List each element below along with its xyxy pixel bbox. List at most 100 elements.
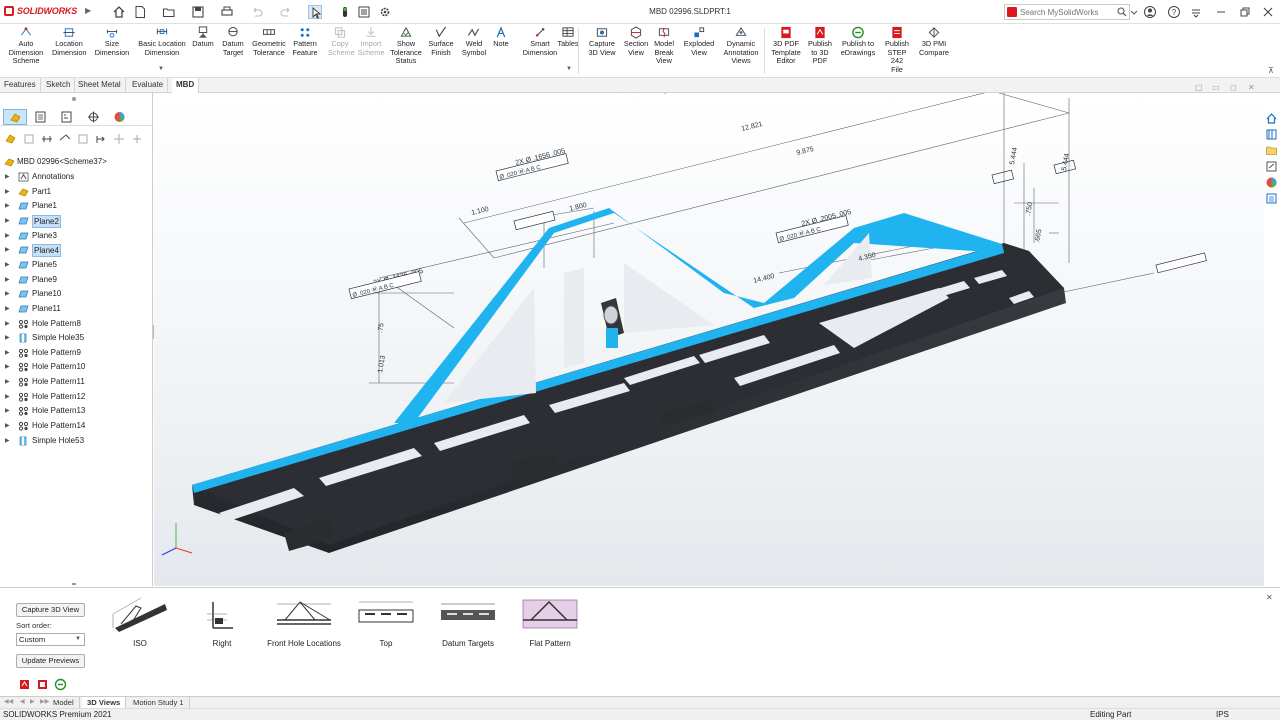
rebuild-icon[interactable] [338,5,352,19]
expand-arrow-icon[interactable]: ▶ [5,434,10,448]
dim-1-100[interactable]: 1.100 [471,206,490,217]
solidworks-logo[interactable]: SOLIDWORKS [4,6,77,18]
vp-minimize-icon[interactable]: ▭ [1212,83,1220,92]
tree-tool-4-icon[interactable] [58,132,72,146]
open-icon[interactable] [162,5,176,19]
exploded-view-button[interactable]: Exploded View [682,26,716,57]
custom-properties-icon[interactable] [1265,192,1278,205]
graphics-viewport[interactable]: 12.821 9.875 1.100 1.800 2X Ø .1635 .005… [154,93,1264,586]
expand-arrow-icon[interactable]: ▶ [5,360,10,374]
basic-location-dimension-button[interactable]: Basic Location Dimension [136,26,188,57]
home-icon[interactable] [112,5,126,19]
tree-item-simple-hole35[interactable]: ▶ Simple Hole35 [0,331,150,345]
tree-item-annotations[interactable]: ▶ Annotations [0,170,150,184]
tree-item-plane9[interactable]: ▶ Plane9 [0,273,150,287]
prev-tab-arrow-icon[interactable]: ◀ [20,697,25,708]
section-view-hud-icon[interactable] [658,93,672,94]
datum-button[interactable]: Datum [190,26,216,49]
tree-item-plane5[interactable]: ▶ Plane5 [0,258,150,272]
expand-arrow-icon[interactable]: ▶ [5,390,10,404]
section-view-button[interactable]: Section View [622,26,650,57]
capture-3d-view-button[interactable]: Capture 3D View [16,603,85,617]
expand-arrow-icon[interactable]: ▶ [5,214,10,228]
search-dropdown-icon[interactable] [1127,5,1141,19]
dim-5-444-a[interactable]: 5.444 [1009,147,1019,166]
filter-icon[interactable] [4,132,18,146]
tree-tool-8-icon[interactable] [130,132,144,146]
tree-root-part[interactable]: MBD 02996<Scheme37> [0,155,150,169]
view-settings-icon[interactable] [796,93,810,94]
tab-evaluate[interactable]: Evaluate [128,78,169,93]
tree-item-hole-pattern12[interactable]: ▶ Hole Pattern12 [0,390,150,404]
file-properties-icon[interactable] [357,5,371,19]
restore-icon[interactable] [1238,5,1252,19]
edrawings-small-icon[interactable] [54,678,67,691]
publish-3d-pdf-small-icon[interactable] [18,678,31,691]
expand-arrow-icon[interactable]: ▶ [5,302,10,316]
view-thumb-datum-targets[interactable]: Datum Targets [428,594,508,648]
dim-0-665[interactable]: .665 [1034,229,1043,244]
search-icon[interactable] [1117,7,1127,17]
tables-button[interactable]: Tables [556,26,580,49]
expand-arrow-icon[interactable]: ▶ [5,199,10,213]
configurationmanager-tab[interactable] [55,109,79,125]
appearances-icon[interactable] [1265,176,1278,189]
options-gear-icon[interactable] [378,5,392,19]
dim-14-400[interactable]: 14.400 [753,273,776,285]
tree-item-hole-pattern8[interactable]: ▶ Hole Pattern8 [0,317,150,331]
search-input[interactable] [1020,6,1112,18]
expand-arrow-icon[interactable]: ▶ [5,185,10,199]
view-thumb-flat-pattern[interactable]: Flat Pattern [510,594,590,648]
tree-tool-3-icon[interactable] [40,132,54,146]
user-account-icon[interactable] [1143,5,1157,19]
capture-3d-view-button[interactable]: Capture 3D View [587,26,617,57]
first-tab-arrow-icon[interactable]: ◀◀ [4,697,13,708]
tree-item-hole-pattern10[interactable]: ▶ Hole Pattern10 [0,360,150,374]
sort-order-select[interactable]: Custom ▼ [16,633,85,646]
copy-scheme-button[interactable]: Copy Scheme [328,26,355,57]
weld-symbol-button[interactable]: Weld Symbol [460,26,488,57]
tab-sketch[interactable]: Sketch [42,78,76,93]
zoom-to-area-icon[interactable] [623,93,637,94]
save-icon[interactable] [191,5,205,19]
resources-home-icon[interactable] [1265,112,1278,125]
basic-location-dropdown-icon[interactable]: ▼ [158,66,164,72]
tree-item-hole-pattern9[interactable]: ▶ Hole Pattern9 [0,346,150,360]
view-thumb-top[interactable]: Top [346,594,426,648]
view-thumb-iso[interactable]: ISO [100,594,180,648]
expand-arrow-icon[interactable]: ▶ [5,317,10,331]
dim-1-800[interactable]: 1.800 [569,202,588,213]
show-tolerance-status-button[interactable]: Show Tolerance Status [389,26,423,66]
auto-dimension-button[interactable]: Auto Dimension Scheme [8,26,44,66]
sheet-metal-part[interactable] [192,208,1066,553]
panel-bottom-grip[interactable] [72,583,76,585]
expand-arrow-icon[interactable]: ▶ [5,258,10,272]
next-tab-arrow-icon[interactable]: ▶ [30,697,35,708]
zoom-to-fit-icon[interactable] [606,93,620,94]
update-previews-button[interactable]: Update Previews [16,654,85,668]
pane-close-icon[interactable]: ✕ [1266,593,1273,602]
feature-control-frames[interactable] [348,153,1207,300]
expand-arrow-icon[interactable]: ▶ [5,419,10,433]
publish-3d-pdf-button[interactable]: Publish to 3D PDF [806,26,834,66]
help-icon[interactable]: ? [1167,5,1181,19]
expand-arrow-icon[interactable]: ▶ [5,404,10,418]
edit-appearance-icon[interactable] [754,93,768,94]
publish-step-242-button[interactable]: Publish STEP 242 File [882,26,912,74]
tree-item-part1[interactable]: ▶ Part1 [0,185,150,199]
panel-grip[interactable] [72,97,76,101]
model-graphics[interactable]: 12.821 9.875 1.100 1.800 2X Ø .1635 .005… [154,93,1264,586]
tab-mbd[interactable]: MBD [172,78,200,93]
new-document-icon[interactable] [133,5,147,19]
expand-arrow-icon[interactable]: ▶ [5,287,10,301]
apply-scene-icon[interactable] [772,93,786,94]
3d-pmi-compare-button[interactable]: 3D PMI Compare [918,26,950,57]
vp-maximize-icon[interactable]: ◻ [1230,83,1237,92]
tree-tool-6-icon[interactable] [94,132,108,146]
displaymanager-tab[interactable] [108,109,132,125]
view-orientation-icon[interactable] [678,93,692,94]
tab-features[interactable]: Features [0,78,41,93]
expand-arrow-icon[interactable]: ▶ [5,243,10,257]
tree-item-hole-pattern14[interactable]: ▶ Hole Pattern14 [0,419,150,433]
tree-item-plane11[interactable]: ▶ Plane11 [0,302,150,316]
